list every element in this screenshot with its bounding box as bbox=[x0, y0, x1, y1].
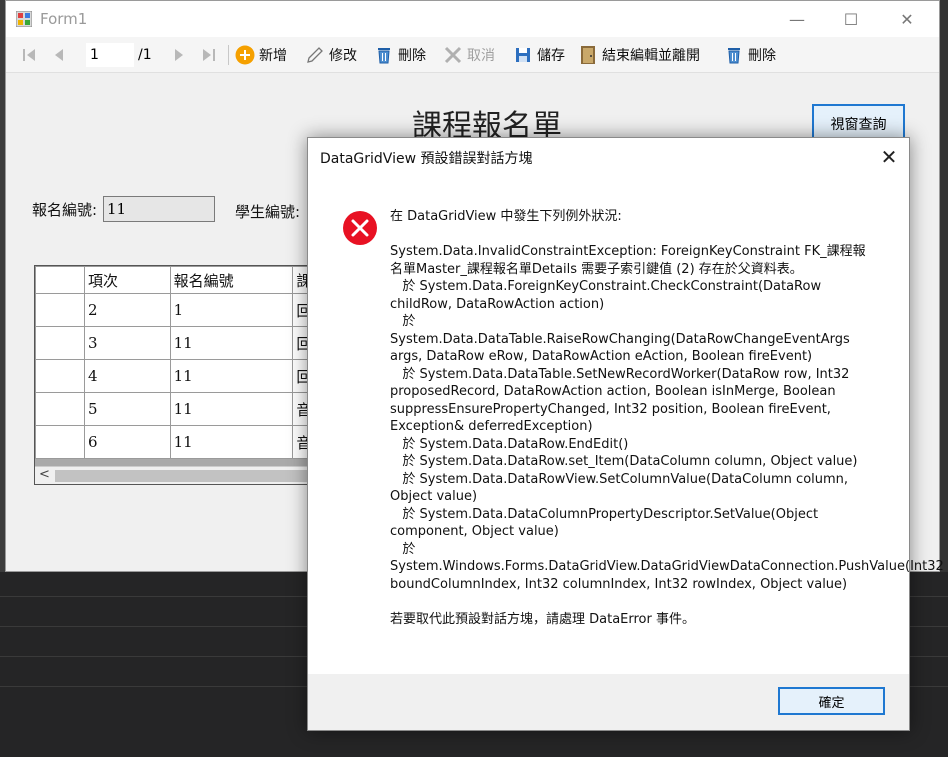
form-app-icon bbox=[16, 11, 32, 27]
table-row[interactable]: 5 11 音 bbox=[35, 392, 333, 426]
dialog-footer: 確定 bbox=[308, 674, 909, 730]
delete-label: 刪除 bbox=[398, 48, 426, 64]
window-title: Form1 bbox=[40, 10, 88, 28]
door-exit-icon bbox=[581, 46, 595, 64]
cell-reg-no[interactable]: 11 bbox=[169, 392, 294, 426]
table-row[interactable]: 3 11 回 bbox=[35, 326, 333, 360]
add-icon bbox=[235, 45, 255, 65]
pencil-icon bbox=[307, 47, 323, 63]
cancel-label: 取消 bbox=[467, 48, 495, 64]
position-input[interactable]: 1 bbox=[86, 43, 134, 67]
error-message: 在 DataGridView 中發生下列例外狀況: System.Data.In… bbox=[390, 209, 944, 627]
column-header-reg-no[interactable]: 報名編號 bbox=[169, 266, 294, 294]
horizontal-scrollbar[interactable]: < bbox=[35, 466, 333, 484]
cell-item-no[interactable]: 2 bbox=[84, 293, 171, 327]
row-header[interactable] bbox=[35, 326, 86, 360]
datagridview-error-dialog: DataGridView 預設錯誤對話方塊 ✕ 在 DataGridView 中… bbox=[307, 137, 944, 731]
student-number-label: 學生編號: bbox=[235, 203, 301, 221]
cell-item-no[interactable]: 5 bbox=[84, 392, 171, 426]
add-button[interactable]: 新增 bbox=[235, 42, 287, 68]
minimize-button[interactable]: — bbox=[774, 1, 820, 37]
cell-item-no[interactable]: 3 bbox=[84, 326, 171, 360]
dialog-title: DataGridView 預設錯誤對話方塊 bbox=[320, 151, 533, 167]
dialog-close-button[interactable]: ✕ bbox=[874, 144, 904, 170]
save-icon bbox=[516, 48, 530, 62]
details-data-grid[interactable]: 項次 報名編號 課 2 1 回 3 11 回 4 11 回 5 11 音 6 1… bbox=[34, 265, 334, 485]
row-header[interactable] bbox=[35, 425, 86, 459]
table-row[interactable]: 6 11 音 bbox=[35, 425, 333, 459]
delete-button[interactable]: 刪除 bbox=[374, 42, 426, 68]
finish-edit-exit-button[interactable]: 結束編輯並離開 bbox=[578, 42, 700, 68]
window-close-button[interactable]: ✕ bbox=[884, 1, 930, 37]
registration-number-field[interactable]: 11 bbox=[103, 196, 215, 222]
delete-button-2[interactable]: 刪除 bbox=[724, 42, 776, 68]
binding-navigator-toolbar: 1 /1 新增 修改 刪除 取消 儲存 結束編輯並離開 刪除 bbox=[6, 37, 939, 73]
cell-item-no[interactable]: 6 bbox=[84, 425, 171, 459]
edit-button[interactable]: 修改 bbox=[305, 42, 357, 68]
row-header-corner bbox=[35, 266, 86, 294]
trash-icon bbox=[728, 48, 740, 64]
ok-button[interactable]: 確定 bbox=[778, 687, 885, 715]
cell-reg-no[interactable]: 11 bbox=[169, 425, 294, 459]
save-button[interactable]: 儲存 bbox=[513, 42, 565, 68]
delete2-label: 刪除 bbox=[748, 48, 776, 64]
table-row[interactable]: 2 1 回 bbox=[35, 293, 333, 327]
cell-reg-no[interactable]: 11 bbox=[169, 326, 294, 360]
cell-item-no[interactable]: 4 bbox=[84, 359, 171, 393]
cancel-button[interactable]: 取消 bbox=[443, 42, 495, 68]
finish-edit-label: 結束編輯並離開 bbox=[602, 48, 700, 64]
column-header-item-no[interactable]: 項次 bbox=[84, 266, 171, 294]
record-count-label: /1 bbox=[138, 47, 152, 63]
trash-icon bbox=[378, 48, 390, 64]
cancel-x-icon bbox=[444, 46, 462, 64]
scroll-left-icon[interactable]: < bbox=[39, 467, 50, 482]
save-label: 儲存 bbox=[537, 48, 565, 64]
cell-reg-no[interactable]: 11 bbox=[169, 359, 294, 393]
move-first-icon[interactable] bbox=[20, 45, 40, 65]
error-icon bbox=[343, 211, 377, 245]
add-label: 新增 bbox=[259, 48, 287, 64]
row-header[interactable] bbox=[35, 359, 86, 393]
edit-label: 修改 bbox=[329, 48, 357, 64]
table-row[interactable]: 4 11 回 bbox=[35, 359, 333, 393]
title-bar: Form1 — ☐ ✕ bbox=[6, 1, 939, 37]
cell-reg-no[interactable]: 1 bbox=[169, 293, 294, 327]
move-previous-icon[interactable] bbox=[50, 45, 70, 65]
maximize-button[interactable]: ☐ bbox=[828, 1, 874, 37]
row-header[interactable] bbox=[35, 293, 86, 327]
move-last-icon[interactable] bbox=[198, 45, 218, 65]
registration-number-label: 報名編號: bbox=[32, 201, 98, 219]
scroll-thumb[interactable] bbox=[55, 470, 310, 482]
row-header[interactable] bbox=[35, 392, 86, 426]
move-next-icon[interactable] bbox=[168, 45, 188, 65]
